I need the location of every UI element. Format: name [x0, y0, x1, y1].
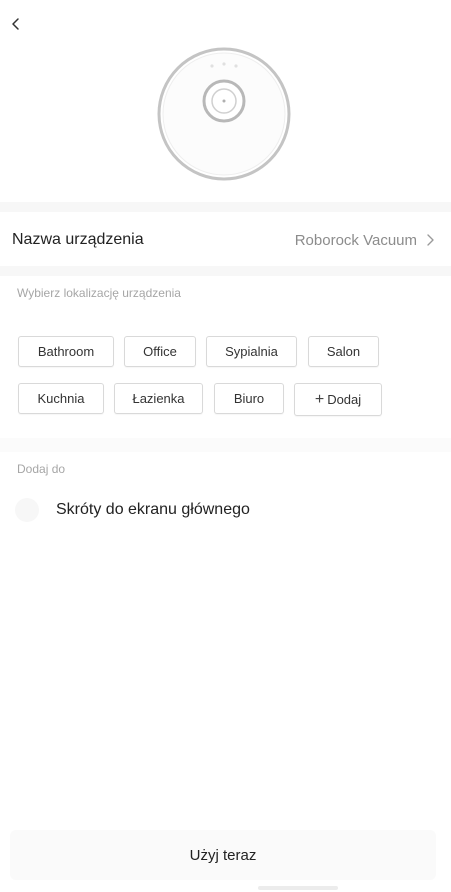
room-chip-sypialnia[interactable]: Sypialnia [206, 336, 297, 367]
plus-icon: + [314, 390, 325, 408]
add-room-label: Dodaj [327, 392, 362, 407]
room-chip-biuro[interactable]: Biuro [214, 383, 284, 414]
home-shortcut-option[interactable]: Skróty do ekranu głównego [15, 498, 250, 522]
room-chip-lazienka[interactable]: Łazienka [114, 383, 203, 414]
chevron-left-icon [12, 18, 19, 30]
use-now-button[interactable]: Użyj teraz [10, 830, 436, 880]
room-chip-salon[interactable]: Salon [308, 336, 379, 367]
divider-lower [0, 438, 451, 452]
chevron-right-icon [427, 234, 434, 246]
shortcut-checkbox[interactable] [15, 498, 39, 522]
location-label: Wybierz lokalizację urządzenia [17, 286, 181, 300]
device-name-row[interactable]: Nazwa urządzenia Roborock Vacuum [0, 214, 451, 266]
shortcut-label: Skróty do ekranu głównego [56, 501, 250, 518]
home-indicator [258, 886, 338, 890]
add-room-button[interactable]: + Dodaj [294, 383, 382, 416]
robot-vacuum-icon [157, 47, 291, 181]
back-button[interactable] [2, 10, 30, 38]
device-name-label: Nazwa urządzenia [12, 231, 144, 248]
use-now-label: Użyj teraz [189, 846, 257, 864]
room-chip-kuchnia[interactable]: Kuchnia [18, 383, 104, 414]
device-name-value: Roborock Vacuum [294, 231, 417, 249]
divider-top [0, 202, 451, 212]
divider-middle [0, 266, 451, 276]
room-chip-bathroom[interactable]: Bathroom [18, 336, 114, 367]
add-to-label: Dodaj do [17, 462, 66, 476]
room-chip-office[interactable]: Office [124, 336, 196, 367]
